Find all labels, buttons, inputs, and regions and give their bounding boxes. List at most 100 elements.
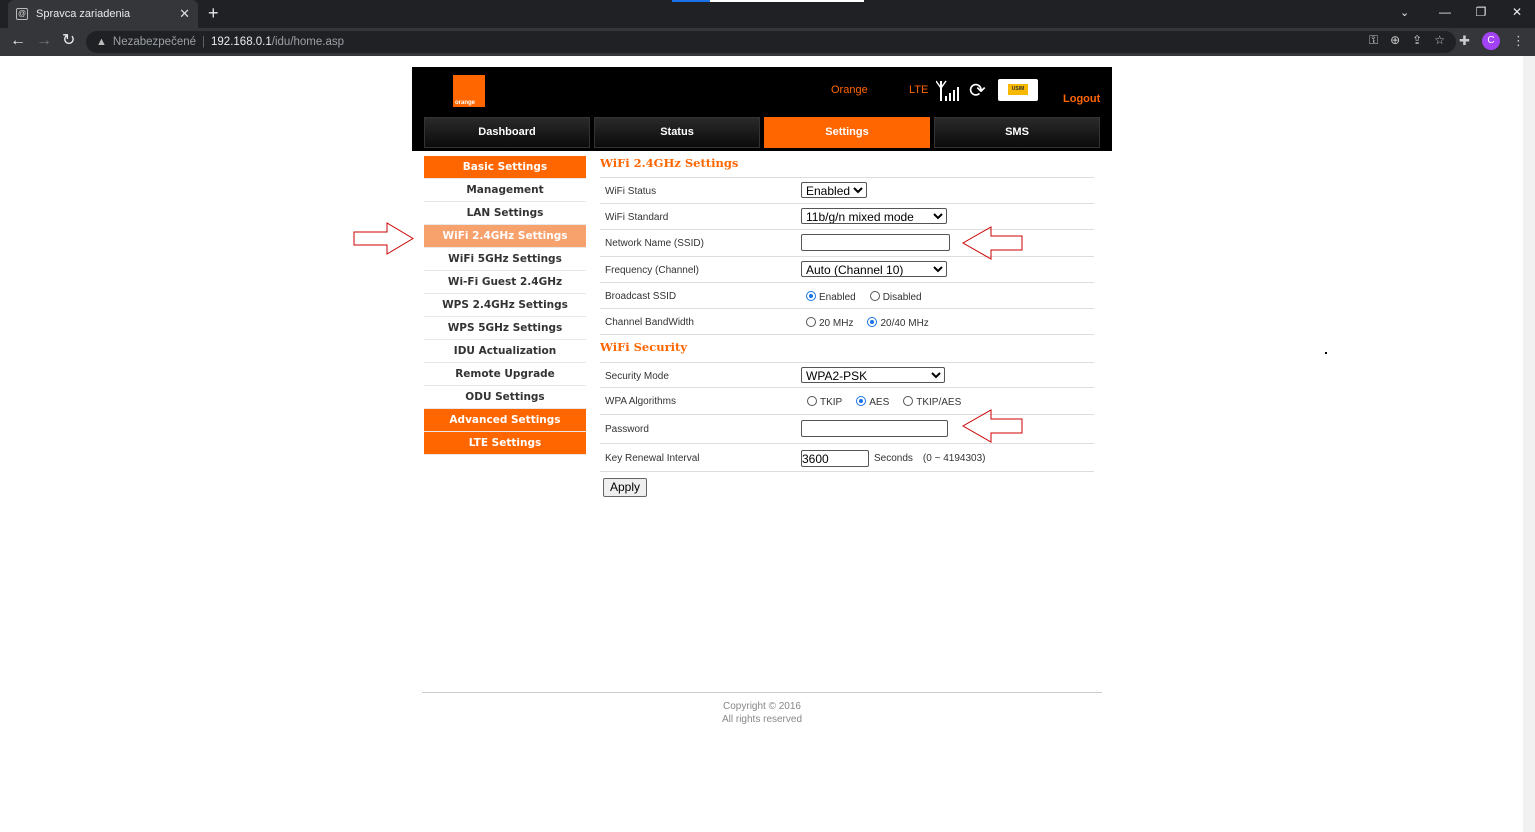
annotation-arrow-left-icon: [961, 409, 1023, 443]
wifi-status-label: WiFi Status: [605, 186, 657, 197]
sidebar-category-lte[interactable]: LTE Settings: [424, 432, 586, 455]
bandwidth-2040-text: 20/40 MHz: [880, 318, 929, 329]
url-host: 192.168.0.1: [211, 36, 272, 48]
broadcast-disabled-text: Disabled: [882, 292, 922, 303]
channel-select[interactable]: Auto (Channel 10): [801, 261, 947, 277]
wifi-status-row: WiFi Status Enabled: [600, 178, 1094, 204]
share-icon[interactable]: ⇪: [1412, 33, 1422, 48]
main-nav: Dashboard Status Settings SMS: [424, 117, 1100, 148]
sidebar-item-wps-5[interactable]: WPS 5GHz Settings: [424, 317, 586, 340]
menu-kebab-icon[interactable]: ⋮: [1512, 33, 1525, 49]
alg-tkip-radio[interactable]: TKIP: [807, 395, 843, 408]
ssid-label: Network Name (SSID): [605, 238, 704, 249]
extensions-puzzle-icon[interactable]: ✚: [1459, 33, 1470, 49]
key-renewal-range: (0 ~ 4194303): [922, 453, 986, 464]
profile-avatar[interactable]: C: [1482, 32, 1500, 50]
new-tab-button[interactable]: +: [208, 4, 219, 22]
key-icon[interactable]: ⚿: [1369, 33, 1378, 48]
sidebar-item-lan[interactable]: LAN Settings: [424, 202, 586, 225]
orange-logo: orange: [453, 75, 485, 107]
alg-aes-text: AES: [869, 397, 890, 408]
wifi-standard-select[interactable]: 11b/g/n mixed mode: [801, 208, 947, 224]
sidebar-item-wifi-5[interactable]: WiFi 5GHz Settings: [424, 248, 586, 271]
ssid-input[interactable]: [801, 234, 950, 251]
sidebar-category-advanced[interactable]: Advanced Settings: [424, 409, 586, 432]
bookmark-star-icon[interactable]: ☆: [1434, 33, 1445, 48]
footer-divider: [422, 692, 1102, 693]
alg-tkip-text: TKIP: [820, 397, 843, 408]
forward-icon[interactable]: →: [36, 32, 52, 50]
tab-title: Spravca zariadenia: [36, 8, 131, 20]
usim-label: USIM: [1008, 84, 1028, 95]
sidebar-item-management[interactable]: Management: [424, 179, 586, 202]
bandwidth-label: Channel BandWidth: [605, 317, 694, 328]
omnibox-icons: ⚿ ⊕ ⇪ ☆: [1369, 33, 1445, 48]
logout-link[interactable]: Logout: [1063, 93, 1100, 105]
channel-row: Frequency (Channel) Auto (Channel 10): [600, 257, 1094, 283]
warning-icon[interactable]: ▲: [96, 36, 107, 48]
tab-dashboard[interactable]: Dashboard: [424, 117, 590, 148]
security-mode-row: Security Mode WPA2-PSK: [600, 363, 1094, 388]
broadcast-enabled-radio[interactable]: Enabled: [806, 290, 856, 303]
settings-sidebar: Basic Settings Management LAN Settings W…: [424, 156, 586, 455]
security-section-title: WiFi Security: [600, 340, 1094, 363]
key-renewal-row: Key Renewal Interval Seconds (0 ~ 419430…: [600, 444, 1094, 472]
browser-toolbar: ← → ↻ ▲ Nezabezpečené | 192.168.0.1 /idu…: [0, 28, 1535, 56]
bandwidth-row: Channel BandWidth 20 MHz 20/40 MHz: [600, 309, 1094, 335]
window-controls: — ❐ ✕: [1427, 0, 1535, 28]
sidebar-item-wifi-guest[interactable]: Wi-Fi Guest 2.4GHz: [424, 271, 586, 294]
sidebar-item-wifi-24[interactable]: WiFi 2.4GHz Settings: [424, 225, 586, 248]
minimize-icon[interactable]: —: [1427, 0, 1463, 28]
reload-icon[interactable]: ↻: [62, 32, 75, 50]
rights-text: All rights reserved: [721, 714, 803, 725]
annotation-arrow-right-icon: [353, 222, 414, 255]
tab-settings[interactable]: Settings: [764, 117, 930, 148]
browser-tab[interactable]: @ Spravca zariadenia ✕: [8, 0, 198, 28]
zoom-icon[interactable]: ⊕: [1390, 33, 1400, 48]
key-renewal-input[interactable]: [801, 450, 869, 467]
tab-status[interactable]: Status: [594, 117, 760, 148]
broadcast-row: Broadcast SSID Enabled Disabled: [600, 283, 1094, 309]
stray-dot: [1325, 352, 1327, 354]
sidebar-item-idu[interactable]: IDU Actualization: [424, 340, 586, 363]
browser-tab-bar: @ Spravca zariadenia ✕ + ⌄ — ❐ ✕: [0, 0, 1535, 28]
password-input[interactable]: [801, 420, 948, 437]
wifi-status-select[interactable]: Enabled: [801, 182, 867, 198]
close-tab-icon[interactable]: ✕: [179, 6, 190, 22]
bandwidth-20-text: 20 MHz: [819, 318, 854, 329]
bandwidth-20-radio[interactable]: 20 MHz: [806, 316, 854, 329]
key-renewal-unit: Seconds: [874, 453, 913, 464]
close-window-icon[interactable]: ✕: [1499, 0, 1535, 28]
broadcast-label: Broadcast SSID: [605, 291, 677, 302]
page-scrollbar[interactable]: [1523, 56, 1535, 832]
key-renewal-label: Key Renewal Interval: [605, 453, 700, 464]
bandwidth-2040-radio[interactable]: 20/40 MHz: [867, 316, 929, 329]
wifi-section-title: WiFi 2.4GHz Settings: [600, 156, 1094, 178]
signal-strength-icon: [936, 80, 959, 101]
favicon-icon: @: [16, 8, 28, 20]
tab-search-icon[interactable]: ⌄: [1400, 6, 1409, 19]
restore-icon[interactable]: ❐: [1463, 0, 1499, 28]
alg-aes-radio[interactable]: AES: [856, 395, 890, 408]
logo-text: orange: [455, 100, 476, 106]
extension-area: ✚ C ⋮: [1459, 32, 1525, 50]
tab-sms[interactable]: SMS: [934, 117, 1100, 148]
security-mode-label: Security Mode: [605, 371, 669, 382]
sidebar-item-wps-24[interactable]: WPS 2.4GHz Settings: [424, 294, 586, 317]
url-separator: |: [202, 36, 206, 48]
footer: Copyright © 2016 All rights reserved: [700, 700, 824, 726]
broadcast-disabled-radio[interactable]: Disabled: [869, 290, 922, 303]
address-bar[interactable]: ▲ Nezabezpečené | 192.168.0.1 /idu/home.…: [86, 31, 1456, 53]
broadcast-enabled-text: Enabled: [819, 292, 856, 303]
back-icon[interactable]: ←: [10, 32, 26, 50]
connection-refresh-icon[interactable]: ⟳: [969, 80, 989, 102]
sidebar-item-odu[interactable]: ODU Settings: [424, 386, 586, 409]
annotation-arrow-left-icon: [961, 226, 1023, 260]
operator-name: Orange: [831, 84, 868, 96]
sidebar-item-remote-upgrade[interactable]: Remote Upgrade: [424, 363, 586, 386]
usim-card-icon: USIM: [998, 79, 1038, 101]
apply-button[interactable]: Apply: [603, 478, 647, 497]
sidebar-category-basic[interactable]: Basic Settings: [424, 156, 586, 179]
alg-tkipaes-radio[interactable]: TKIP/AES: [903, 395, 961, 408]
security-mode-select[interactable]: WPA2-PSK: [801, 367, 945, 383]
